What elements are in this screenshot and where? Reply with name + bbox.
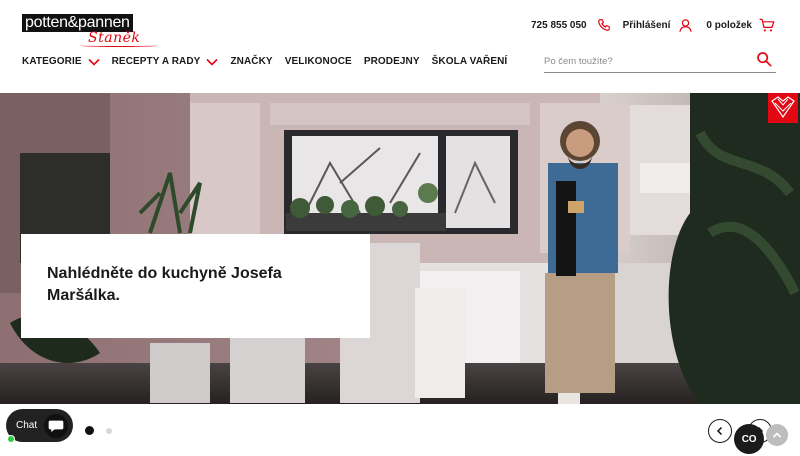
login-link[interactable]: Přihlášení [623,20,671,31]
nav-item-label: VELIKONOCE [284,56,352,67]
co-widget-button[interactable]: CO [734,424,764,454]
header-utilities: 725 855 050 Přihlášení 0 položek [531,16,776,34]
scroll-to-top-button[interactable] [766,424,788,446]
slider-dot-active[interactable] [85,426,94,435]
brand-logo[interactable]: potten&pannen Staněk [22,14,160,48]
nav-item-label: KATEGORIE [22,56,82,67]
hero-caption-card[interactable]: Nahlédněte do kuchyně Josefa Maršálka. [21,234,370,338]
chat-label: Chat [16,420,38,431]
nav-item-skola-vareni[interactable]: ŠKOLA VAŘENÍ [432,56,508,67]
nav-item-prodejny[interactable]: PRODEJNY [364,56,420,67]
chat-button[interactable]: Chat [6,409,73,443]
phone-number[interactable]: 725 855 050 [531,20,587,31]
nav-item-znacky[interactable]: ZNAČKY [230,56,272,67]
search-bar [544,49,776,73]
phone-icon[interactable] [595,16,613,34]
main-navigation: KATEGORIE RECEPTY A RADY ZNAČKY VELIKONO… [22,56,519,67]
nav-item-velikonoce[interactable]: VELIKONOCE [285,56,352,67]
logo-swash [80,44,158,47]
nav-item-label: PRODEJNY [363,56,420,67]
user-icon[interactable] [676,16,694,34]
chevron-down-icon [88,58,100,66]
nav-item-label: RECEPTY A RADY [111,56,201,67]
slider-dot[interactable] [106,427,112,434]
hero-banner[interactable]: Nahlédněte do kuchyně Josefa Maršálka. [0,93,800,404]
cart-link[interactable]: 0 položek [706,20,752,31]
online-status-indicator [7,435,15,443]
nav-item-label: ŠKOLA VAŘENÍ [431,56,508,67]
nav-item-recepty[interactable]: RECEPTY A RADY [112,56,219,67]
chat-bubble-icon [44,414,68,438]
nav-item-label: ZNAČKY [230,56,273,67]
cart-icon[interactable] [758,16,776,34]
hero-title[interactable]: Nahlédněte do kuchyně Josefa Maršálka. [47,263,344,307]
slider-dots [85,426,124,435]
search-input[interactable] [544,52,744,70]
chevron-down-icon [206,58,219,66]
hero-badge [768,93,798,123]
chevron-up-icon [772,432,782,438]
heart-pattern-icon [771,96,795,119]
chevron-left-icon [716,426,723,436]
site-header: potten&pannen Staněk 725 855 050 Přihláš… [0,0,800,93]
nav-item-kategorie[interactable]: KATEGORIE [22,56,100,67]
slider-prev-button[interactable] [708,419,732,443]
search-icon[interactable] [756,51,772,67]
